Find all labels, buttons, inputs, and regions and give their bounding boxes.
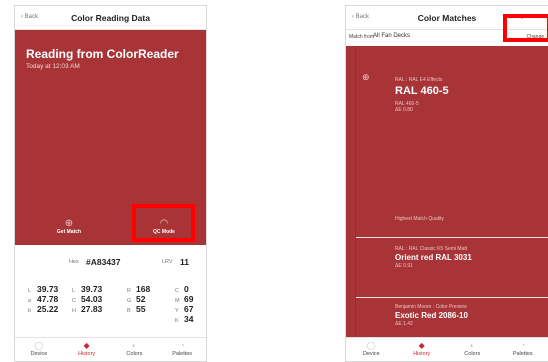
tab-device[interactable]: ◯ Device: [15, 338, 63, 361]
lab-b-row: b 25.22: [28, 299, 58, 314]
value-key: K: [175, 318, 179, 324]
match-item[interactable]: RAL : RAL Classic K5 Semi Matt Orient re…: [356, 237, 548, 297]
tab-history[interactable]: ◆ History: [397, 338, 448, 361]
match-quality: Highest Match Quality: [395, 216, 444, 222]
palettes-icon: ◔: [179, 341, 185, 350]
match-name: Orient red RAL 3031: [395, 253, 472, 262]
colors-icon: ◐: [469, 341, 475, 350]
match-name: RAL 460-5: [395, 85, 449, 97]
cmyk-k-row: K 34: [175, 309, 193, 324]
tab-palettes[interactable]: ◔ Palettes: [158, 338, 206, 361]
lch-c-row: C 54.03: [72, 289, 102, 304]
match-item[interactable]: Benjamin Moore : Color Preview Exotic Re…: [356, 297, 548, 339]
lab-l-row: L 39.73: [28, 279, 58, 294]
tab-label: History: [78, 351, 96, 357]
match-from-label: Match from: [349, 34, 375, 40]
value-key: b: [28, 308, 32, 314]
match-from-value: All Fan Decks: [373, 33, 411, 39]
tab-history[interactable]: ◆ History: [63, 338, 111, 361]
sample-color-strip: [346, 46, 356, 339]
tab-colors[interactable]: ◐ Colors: [111, 338, 159, 361]
get-match-button[interactable]: ⊕ Get Match: [41, 218, 97, 236]
target-icon: ⊕: [64, 218, 74, 229]
match-name: Exotic Red 2086-10: [395, 311, 468, 320]
value-number: 25.22: [37, 304, 59, 314]
lab-values: L 39.73 a 47.78 b 25.22: [28, 279, 58, 314]
rgb-r-row: R 168: [127, 279, 150, 294]
value-number: 55: [136, 304, 146, 314]
match-brand: RAL : RAL Classic K5 Semi Matt: [395, 246, 468, 252]
match-brand: Benjamin Moore : Color Preview: [395, 304, 467, 310]
value-key: H: [72, 308, 76, 314]
tab-bar: ◯ Device ◆ History ◐ Colors ◔ Palettes: [15, 337, 206, 361]
hex-label: Hex: [69, 259, 79, 265]
cmyk-m-row: M 69: [175, 289, 193, 304]
tab-label: History: [413, 351, 431, 357]
lrv-label: LRV: [162, 259, 173, 265]
lch-h-row: H 27.83: [72, 299, 102, 314]
device-icon: ◯: [366, 341, 376, 350]
qc-mode-highlight: [503, 14, 548, 42]
tab-colors[interactable]: ◐ Colors: [447, 338, 498, 361]
reading-title: Reading from ColorReader: [26, 47, 179, 61]
lab-a-row: a 47.78: [28, 289, 58, 304]
value-number: 34: [184, 314, 194, 324]
device-icon: ◯: [34, 341, 44, 350]
tab-bar: ◯ Device ◆ History ◐ Colors ◔ Palettes: [346, 337, 548, 361]
nav-bar: ‹ Back Color Reading Data: [15, 6, 206, 30]
tab-label: Palettes: [172, 351, 193, 357]
reading-timestamp: Today at 12:03 AM: [26, 63, 80, 70]
color-matches-screen: ‹ Back Color Matches QC Mode Match from …: [345, 5, 548, 362]
colors-icon: ◐: [131, 341, 137, 350]
color-values-panel: Hex #A83437 LRV 11 L 39.73 a 47.78 b 25.22 …: [15, 245, 206, 339]
match-delta: ΔE 0.80: [395, 107, 413, 113]
qc-mode-highlight: [132, 204, 195, 242]
color-reading-screen: ‹ Back Color Reading Data Reading from C…: [14, 5, 207, 362]
rgb-b-row: B 55: [127, 299, 150, 314]
rgb-values: R 168 G 52 B 55: [127, 279, 150, 314]
cmyk-y-row: Y 67: [175, 299, 193, 314]
match-delta: ΔE 1.42: [395, 321, 413, 327]
lrv-value: 11: [180, 257, 189, 267]
match-item[interactable]: RAL : RAL E4 Effects RAL 460-5 RAL 460-5…: [356, 46, 548, 237]
history-icon: ◆: [83, 341, 90, 350]
lch-values: L 39.73 C 54.03 H 27.83: [72, 279, 102, 314]
value-key: B: [127, 308, 131, 314]
cmyk-values: C0 M 69 Y 67 K 34: [175, 279, 193, 324]
lch-l-row: L 39.73: [72, 279, 102, 294]
hex-value: #A83437: [86, 257, 121, 267]
palettes-icon: ◔: [520, 341, 526, 350]
tab-palettes[interactable]: ◔ Palettes: [498, 338, 548, 361]
value-number: 27.83: [81, 304, 103, 314]
tab-label: Colors: [126, 351, 143, 357]
match-list: ⊕ RAL : RAL E4 Effects RAL 460-5 RAL 460…: [346, 46, 548, 339]
match-delta: ΔE 0.91: [395, 263, 413, 269]
tab-device[interactable]: ◯ Device: [346, 338, 397, 361]
get-match-label: Get Match: [56, 229, 82, 235]
match-brand: RAL : RAL E4 Effects: [395, 77, 443, 83]
hex-lrv-row: Hex #A83437 LRV 11: [15, 257, 206, 269]
tab-label: Device: [30, 351, 48, 357]
tab-label: Device: [362, 351, 380, 357]
page-title: Color Reading Data: [71, 13, 150, 23]
cmyk-c-row: C0: [175, 279, 193, 294]
tab-label: Colors: [464, 351, 481, 357]
history-icon: ◆: [418, 341, 425, 350]
tab-label: Palettes: [512, 351, 533, 357]
